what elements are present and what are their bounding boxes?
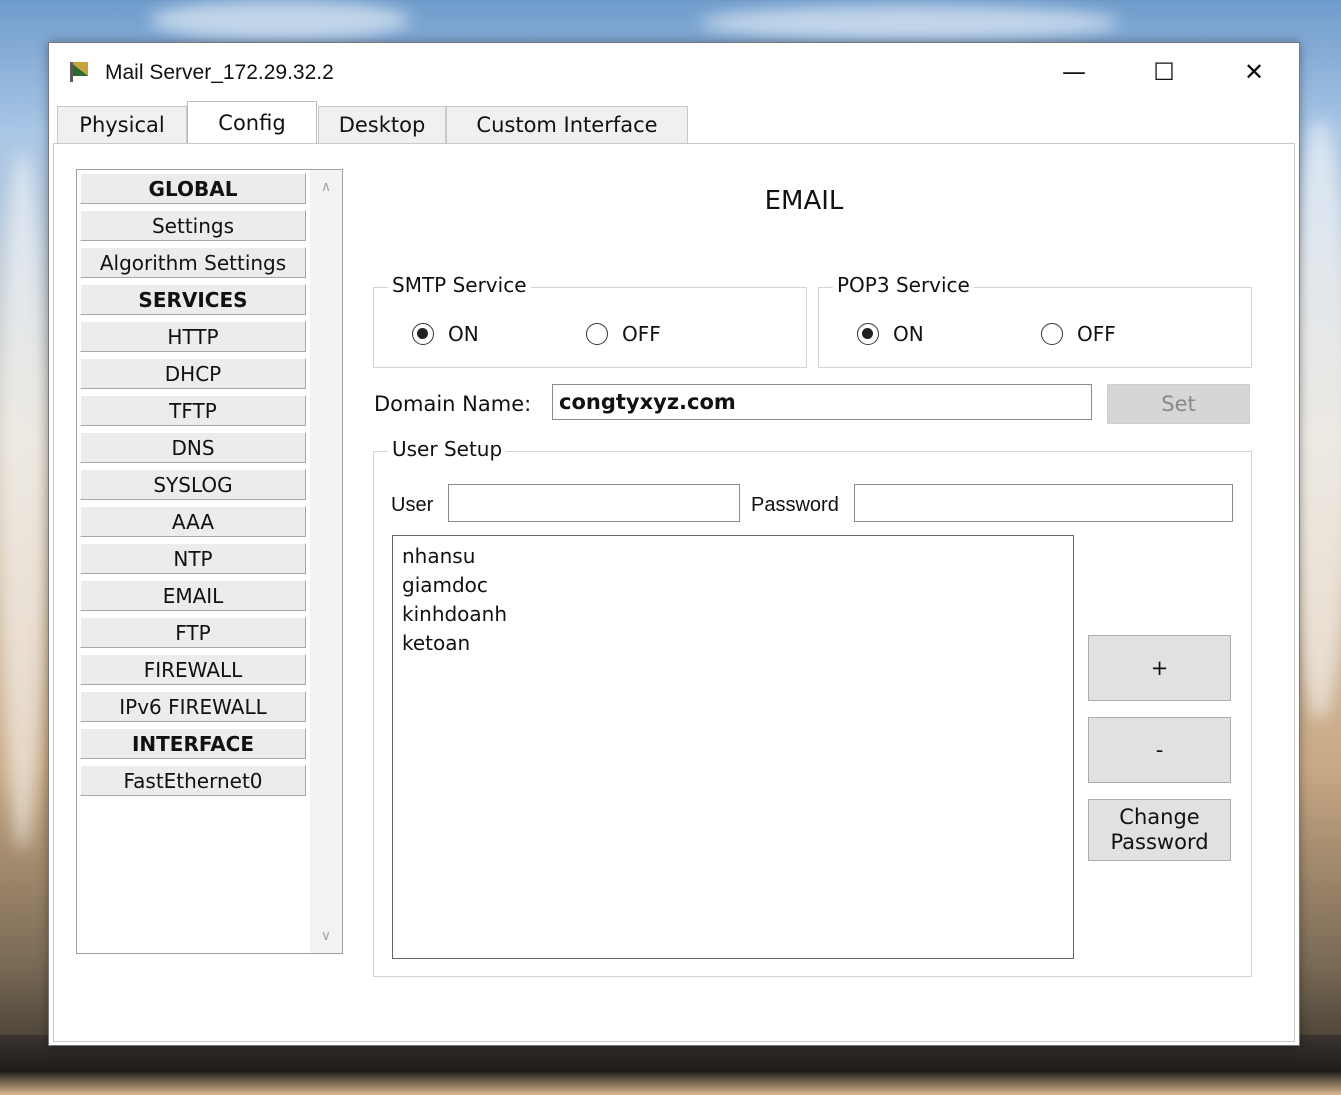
smtp-off-radio[interactable]: OFF xyxy=(586,322,661,346)
list-item[interactable]: kinhdoanh xyxy=(402,600,1064,629)
maximize-button[interactable]: ☐ xyxy=(1119,43,1209,101)
sidebar-item-ftp[interactable]: FTP xyxy=(80,617,306,648)
sidebar-header-global: GLOBAL xyxy=(80,173,306,204)
radio-checked-icon xyxy=(857,323,879,345)
window-title: Mail Server_172.29.32.2 xyxy=(105,61,334,84)
sidebar-item-email[interactable]: EMAIL xyxy=(80,580,306,611)
server-app-icon xyxy=(70,62,88,82)
sidebar-item-ntp[interactable]: NTP xyxy=(80,543,306,574)
sidebar-item-syslog[interactable]: SYSLOG xyxy=(80,469,306,500)
smtp-off-label: OFF xyxy=(622,322,661,346)
pop3-off-radio[interactable]: OFF xyxy=(1041,322,1116,346)
set-domain-button[interactable]: Set xyxy=(1107,384,1250,424)
smtp-on-label: ON xyxy=(448,322,479,346)
pop3-off-label: OFF xyxy=(1077,322,1116,346)
email-title: EMAIL xyxy=(764,186,844,216)
domain-name-label: Domain Name: xyxy=(374,392,532,416)
pop3-service-group: POP3 Service ON OFF xyxy=(818,273,1252,368)
tab-physical[interactable]: Physical xyxy=(57,106,187,143)
close-button[interactable]: ✕ xyxy=(1209,43,1299,101)
pop3-service-legend: POP3 Service xyxy=(833,273,974,297)
sidebar-header-interface: INTERFACE xyxy=(80,728,306,759)
mail-server-window: Mail Server_172.29.32.2 — ☐ ✕ Physical C… xyxy=(48,42,1300,1046)
config-sidebar: GLOBAL Settings Algorithm Settings SERVI… xyxy=(76,169,343,954)
sidebar-item-fastethernet0[interactable]: FastEthernet0 xyxy=(80,765,306,796)
sidebar-item-tftp[interactable]: TFTP xyxy=(80,395,306,426)
sidebar-item-ipv6-firewall[interactable]: IPv6 FIREWALL xyxy=(80,691,306,722)
sidebar-item-aaa[interactable]: AAA xyxy=(80,506,306,537)
sidebar-item-algorithm-settings[interactable]: Algorithm Settings xyxy=(80,247,306,278)
add-user-button[interactable]: + xyxy=(1088,635,1231,701)
change-password-button[interactable]: Change Password xyxy=(1088,799,1231,861)
sidebar-item-settings[interactable]: Settings xyxy=(80,210,306,241)
sidebar-item-http[interactable]: HTTP xyxy=(80,321,306,352)
list-item[interactable]: nhansu xyxy=(402,542,1064,571)
password-label: Password xyxy=(751,494,839,516)
smtp-service-group: SMTP Service ON OFF xyxy=(373,273,807,368)
user-input[interactable] xyxy=(448,484,740,522)
tab-custom-interface[interactable]: Custom Interface xyxy=(446,106,688,143)
radio-unchecked-icon xyxy=(1041,323,1063,345)
list-item[interactable]: ketoan xyxy=(402,629,1064,658)
remove-user-button[interactable]: - xyxy=(1088,717,1231,783)
domain-name-input[interactable] xyxy=(552,384,1092,420)
scroll-down-icon[interactable]: ∨ xyxy=(310,923,342,949)
list-item[interactable]: giamdoc xyxy=(402,571,1064,600)
scroll-up-icon[interactable]: ∧ xyxy=(310,174,342,200)
password-input[interactable] xyxy=(854,484,1233,522)
tab-bar: Physical Config Desktop Custom Interface xyxy=(53,101,1295,144)
minimize-button[interactable]: — xyxy=(1029,43,1119,101)
radio-checked-icon xyxy=(412,323,434,345)
user-setup-group: User Setup User Password nhansu giamdoc … xyxy=(373,437,1252,977)
sidebar-header-services: SERVICES xyxy=(80,284,306,315)
radio-unchecked-icon xyxy=(586,323,608,345)
sidebar-item-dhcp[interactable]: DHCP xyxy=(80,358,306,389)
pop3-on-label: ON xyxy=(893,322,924,346)
sidebar-item-dns[interactable]: DNS xyxy=(80,432,306,463)
tab-desktop[interactable]: Desktop xyxy=(318,106,446,143)
user-setup-legend: User Setup xyxy=(388,437,507,461)
smtp-service-legend: SMTP Service xyxy=(388,273,531,297)
pop3-on-radio[interactable]: ON xyxy=(857,322,924,346)
config-panel: GLOBAL Settings Algorithm Settings SERVI… xyxy=(53,143,1295,1042)
tab-config[interactable]: Config xyxy=(187,101,317,144)
sidebar-item-firewall[interactable]: FIREWALL xyxy=(80,654,306,685)
title-bar[interactable]: Mail Server_172.29.32.2 — ☐ ✕ xyxy=(49,43,1299,101)
smtp-on-radio[interactable]: ON xyxy=(412,322,479,346)
sidebar-scrollbar[interactable]: ∧ ∨ xyxy=(310,170,342,953)
user-list[interactable]: nhansu giamdoc kinhdoanh ketoan xyxy=(392,535,1074,959)
user-label: User xyxy=(391,494,434,516)
